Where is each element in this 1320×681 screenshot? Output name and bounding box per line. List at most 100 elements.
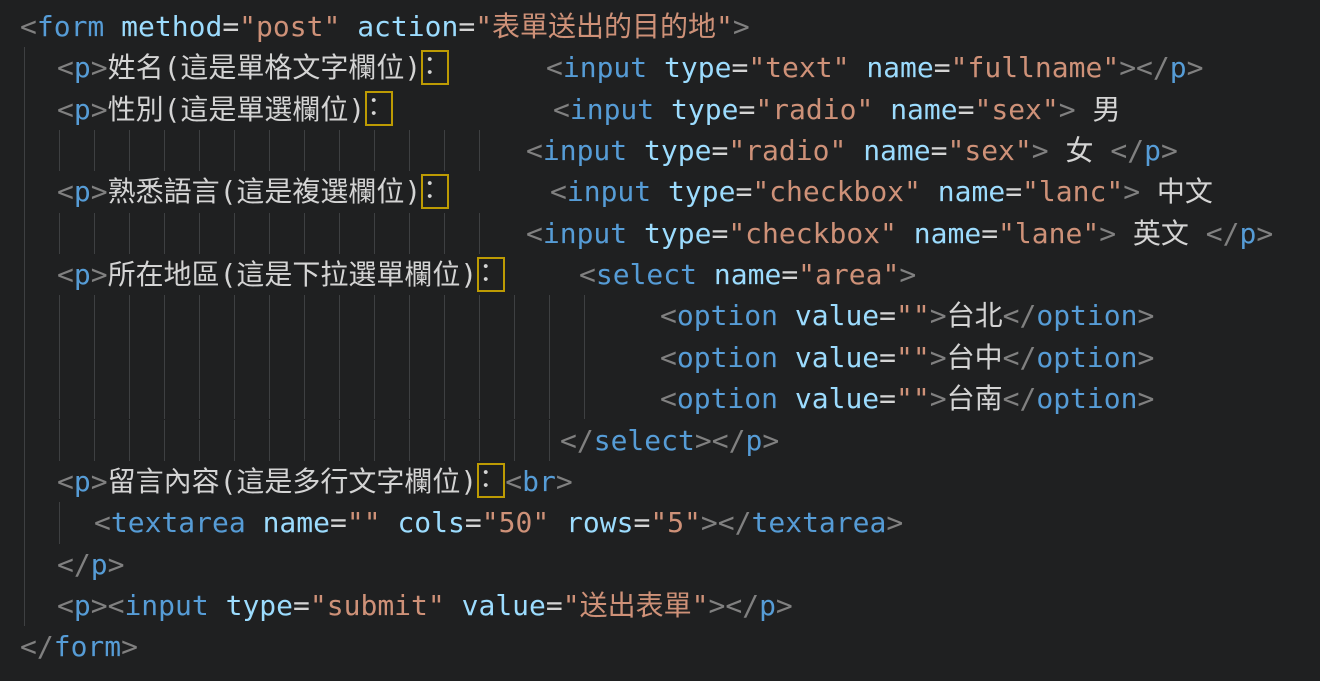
code-token: <	[57, 589, 74, 622]
code-editor[interactable]: <form method="post" action="表單送出的目的地"><p…	[0, 0, 1320, 681]
code-line-12: <p>留言內容(這是多行文字欄位)：<br>	[0, 461, 1320, 502]
code-token: >	[930, 341, 947, 374]
code-token: select	[596, 258, 697, 291]
code-token: <	[57, 175, 74, 208]
code-token: name	[914, 217, 981, 250]
indent-guides	[24, 502, 64, 543]
code-token: p	[74, 51, 91, 84]
code-line-16: </form>	[0, 626, 1320, 667]
code-segment: <input type="checkbox" name="lanc"> 中文	[550, 171, 1213, 212]
code-segment: <input type="text" name="fullname"></p>	[546, 47, 1204, 88]
code-token: <	[20, 10, 37, 43]
code-token	[873, 93, 890, 126]
code-token: p	[74, 93, 91, 126]
code-token	[651, 175, 668, 208]
code-line-14: </p>	[0, 544, 1320, 585]
code-token	[849, 51, 866, 84]
indent-guides	[24, 378, 599, 419]
code-segment: <p>留言內容(這是多行文字欄位)：<br>	[57, 461, 573, 502]
code-token: "sex"	[947, 134, 1031, 167]
code-token: >	[91, 93, 108, 126]
code-token: <	[57, 93, 74, 126]
code-token: form	[37, 10, 104, 43]
code-token	[778, 299, 795, 332]
code-token: p	[745, 424, 762, 457]
code-token: >	[556, 465, 573, 498]
code-token: value	[462, 589, 546, 622]
code-token: </	[20, 630, 54, 663]
code-token: option	[677, 382, 778, 415]
code-token	[846, 134, 863, 167]
code-token: name	[863, 134, 930, 167]
code-token: "lane"	[998, 217, 1099, 250]
code-token: 所在地區(這是下拉選單欄位)	[108, 258, 478, 291]
code-token: ""	[347, 506, 381, 539]
code-token: p	[74, 175, 91, 208]
code-token: "checkbox"	[728, 217, 897, 250]
code-line-13: <textarea name="" cols="50" rows="5"></t…	[0, 502, 1320, 543]
code-token: </	[560, 424, 594, 457]
code-token: =	[931, 134, 948, 167]
code-token: select	[594, 424, 695, 457]
code-token: >	[930, 382, 947, 415]
code-token: >	[886, 506, 903, 539]
code-token: =	[465, 506, 482, 539]
code-line-1: <form method="post" action="表單送出的目的地">	[0, 6, 1320, 47]
code-token: =	[934, 51, 951, 84]
code-token: =	[781, 258, 798, 291]
code-token: p	[759, 589, 776, 622]
code-token: <	[526, 134, 543, 167]
code-token: =	[293, 589, 310, 622]
code-token: p	[1144, 134, 1161, 167]
code-token: >	[1059, 93, 1076, 126]
code-token	[778, 382, 795, 415]
code-token: </	[1206, 217, 1240, 250]
code-token: </	[1110, 134, 1144, 167]
code-token	[381, 506, 398, 539]
code-token: <	[505, 465, 522, 498]
code-token: value	[795, 382, 879, 415]
code-token: </	[57, 548, 91, 581]
code-token: =	[458, 10, 475, 43]
code-token: ></	[1119, 51, 1170, 84]
code-token: "lanc"	[1022, 175, 1123, 208]
code-token: >	[899, 258, 916, 291]
code-token: input	[563, 51, 647, 84]
code-token: "radio"	[755, 93, 873, 126]
unicode-highlight-colon: ：	[365, 91, 393, 126]
code-segment: <input type="radio" name="sex"> 女 </p>	[526, 130, 1178, 171]
code-line-11: </select></p>	[0, 420, 1320, 461]
code-token: br	[522, 465, 556, 498]
code-token: =	[738, 93, 755, 126]
code-token: textarea	[111, 506, 246, 539]
code-token: type	[644, 217, 711, 250]
indent-guides	[24, 130, 484, 171]
code-token: input	[570, 93, 654, 126]
code-line-2: <p>姓名(這是單格文字欄位)：<input type="text" name=…	[0, 47, 1320, 88]
code-token: >	[91, 465, 108, 498]
code-token: >	[1138, 341, 1155, 374]
code-token: >	[1138, 382, 1155, 415]
code-segment: <input type="checkbox" name="lane"> 英文 <…	[526, 213, 1273, 254]
code-token: "checkbox"	[752, 175, 921, 208]
code-token: >	[91, 51, 108, 84]
code-token: name	[890, 93, 957, 126]
code-token	[209, 589, 226, 622]
code-token: "表單送出的目的地"	[475, 10, 733, 43]
code-segment: <option value="">台中</option>	[660, 337, 1154, 378]
code-segment: <input type="radio" name="sex"> 男	[553, 89, 1121, 130]
code-token: cols	[397, 506, 464, 539]
code-token: input	[567, 175, 651, 208]
code-token: >	[762, 424, 779, 457]
code-token: ""	[896, 382, 930, 415]
code-line-15: <p><input type="submit" value="送出表單"></p…	[0, 585, 1320, 626]
code-token: name	[866, 51, 933, 84]
code-token: "5"	[650, 506, 701, 539]
code-token: =	[330, 506, 347, 539]
code-token: p	[1240, 217, 1257, 250]
code-token: <	[553, 93, 570, 126]
code-segment: <option value="">台北</option>	[660, 295, 1154, 336]
code-token: =	[879, 299, 896, 332]
code-segment: </form>	[20, 626, 138, 667]
code-token	[627, 217, 644, 250]
